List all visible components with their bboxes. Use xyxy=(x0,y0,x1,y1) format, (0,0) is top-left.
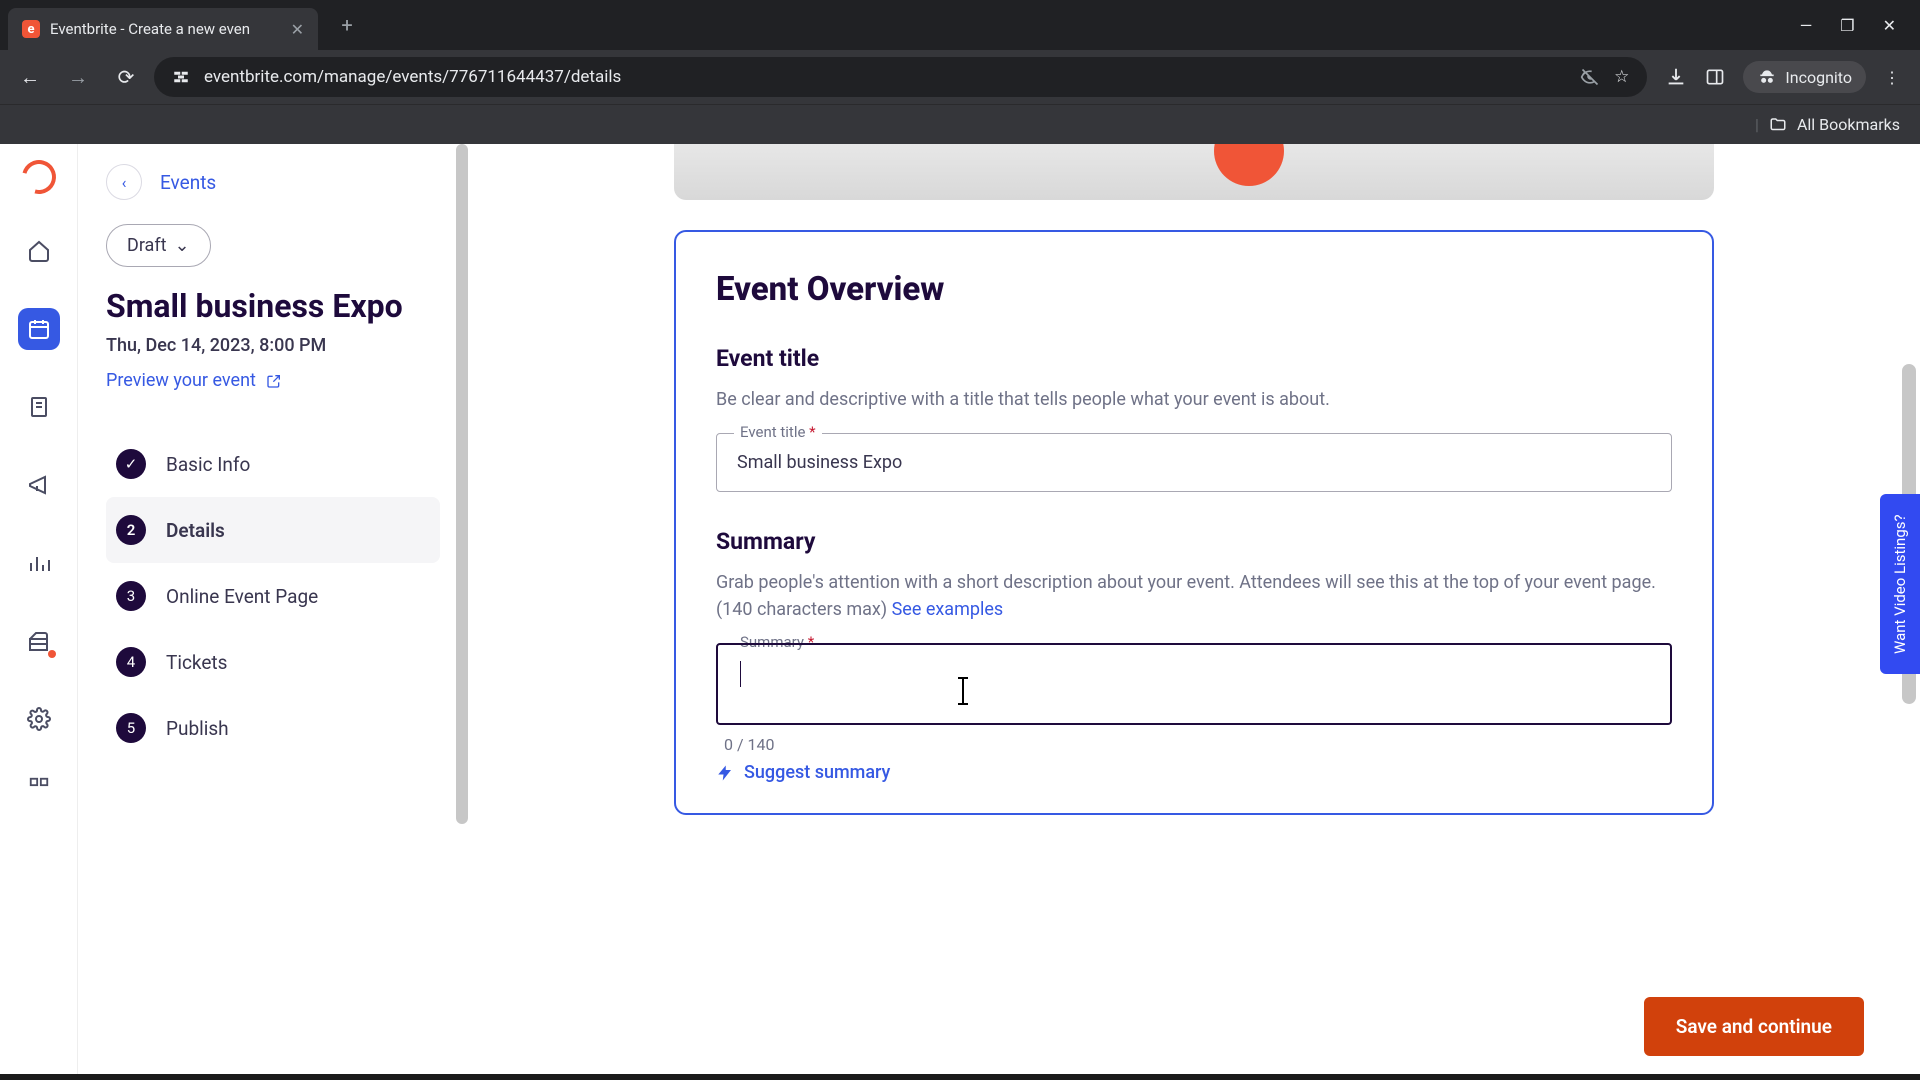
reload-button[interactable]: ⟳ xyxy=(106,57,146,97)
incognito-icon xyxy=(1757,67,1777,87)
step-details[interactable]: 2 Details xyxy=(106,497,440,563)
app-root: ‹ Events Draft ⌄ Small business Expo Thu… xyxy=(0,144,1920,1080)
preview-event-link[interactable]: Preview your event xyxy=(106,370,440,391)
address-bar: ← → ⟳ eventbrite.com/manage/events/77671… xyxy=(0,50,1920,104)
step-basic-info[interactable]: ✓ Basic Info xyxy=(106,431,440,497)
external-link-icon xyxy=(266,373,282,389)
eventbrite-favicon-icon: e xyxy=(22,20,40,38)
summary-char-count: 0 / 140 xyxy=(724,735,1672,754)
maximize-icon[interactable]: ❐ xyxy=(1840,16,1854,35)
notification-dot-icon xyxy=(48,650,56,658)
eye-off-icon[interactable] xyxy=(1580,67,1600,87)
kebab-menu-icon[interactable]: ⋮ xyxy=(1884,68,1900,87)
bookmark-star-icon[interactable]: ☆ xyxy=(1614,67,1629,87)
sidebar-scrollbar[interactable] xyxy=(456,144,468,824)
sidebar-event-date: Thu, Dec 14, 2023, 8:00 PM xyxy=(106,335,440,356)
reports-icon[interactable] xyxy=(18,542,60,584)
os-taskbar xyxy=(0,1074,1920,1080)
close-window-icon[interactable]: ✕ xyxy=(1883,16,1896,35)
card-heading: Event Overview xyxy=(716,270,1672,309)
window-controls: — ❐ ✕ xyxy=(1800,16,1912,35)
suggest-summary-button[interactable]: Suggest summary xyxy=(716,762,1672,783)
orders-icon[interactable] xyxy=(18,386,60,428)
marketing-icon[interactable] xyxy=(18,464,60,506)
steps-nav: ✓ Basic Info 2 Details 3 Online Event Pa… xyxy=(106,431,440,761)
bolt-icon xyxy=(716,764,734,782)
events-icon[interactable] xyxy=(18,308,60,350)
back-to-events-link[interactable]: Events xyxy=(160,171,216,194)
browser-tab[interactable]: e Eventbrite - Create a new even ✕ xyxy=(8,8,318,50)
minimize-icon[interactable]: — xyxy=(1800,16,1813,35)
new-tab-button[interactable]: + xyxy=(330,8,364,42)
mouse-text-cursor-icon xyxy=(962,677,964,705)
nav-rail xyxy=(0,144,78,1080)
site-settings-icon[interactable] xyxy=(172,68,190,86)
finance-icon[interactable] xyxy=(18,620,60,662)
hero-image-placeholder[interactable] xyxy=(674,144,1714,200)
main-content: Event Overview Event title Be clear and … xyxy=(468,144,1920,1080)
summary-field-wrap: Summary * xyxy=(716,643,1672,725)
close-tab-icon[interactable]: ✕ xyxy=(291,20,304,39)
summary-input[interactable] xyxy=(716,643,1672,725)
chevron-down-icon: ⌄ xyxy=(175,235,190,256)
event-sidebar: ‹ Events Draft ⌄ Small business Expo Thu… xyxy=(78,144,468,1080)
bookmarks-bar: | All Bookmarks xyxy=(0,104,1920,144)
step-check-icon: ✓ xyxy=(116,449,146,479)
back-button[interactable]: ← xyxy=(10,57,50,97)
step-tickets[interactable]: 4 Tickets xyxy=(106,629,440,695)
url-text: eventbrite.com/manage/events/77671164443… xyxy=(204,67,1566,87)
browser-chrome: e Eventbrite - Create a new even ✕ + — ❐… xyxy=(0,0,1920,144)
event-title-input[interactable] xyxy=(716,433,1672,492)
hero-circle-graphic xyxy=(1214,144,1284,186)
folder-icon xyxy=(1769,116,1787,134)
url-box[interactable]: eventbrite.com/manage/events/77671164443… xyxy=(154,57,1647,97)
status-dropdown[interactable]: Draft ⌄ xyxy=(106,224,211,267)
see-examples-link[interactable]: See examples xyxy=(892,599,1004,620)
text-caret-icon xyxy=(740,661,741,687)
save-and-continue-button[interactable]: Save and continue xyxy=(1644,997,1864,1056)
side-panel-icon[interactable] xyxy=(1705,67,1725,87)
tab-bar: e Eventbrite - Create a new even ✕ + — ❐… xyxy=(0,0,1920,50)
apps-icon[interactable] xyxy=(18,766,60,808)
step-online-event-page[interactable]: 3 Online Event Page xyxy=(106,563,440,629)
event-overview-card: Event Overview Event title Be clear and … xyxy=(674,230,1714,815)
download-icon[interactable] xyxy=(1665,66,1687,88)
summary-help: Grab people's attention with a short des… xyxy=(716,569,1672,623)
event-title-heading: Event title xyxy=(716,345,1672,372)
eventbrite-logo-icon[interactable] xyxy=(15,154,61,200)
event-title-help: Be clear and descriptive with a title th… xyxy=(716,386,1672,413)
home-icon[interactable] xyxy=(18,230,60,272)
event-title-field-wrap: Event title * xyxy=(716,433,1672,492)
settings-icon[interactable] xyxy=(18,698,60,740)
video-listings-tab[interactable]: Want Video Listings? xyxy=(1880,494,1920,674)
sidebar-event-title: Small business Expo xyxy=(106,287,440,325)
step-publish[interactable]: 5 Publish xyxy=(106,695,440,761)
incognito-badge[interactable]: Incognito xyxy=(1743,61,1866,93)
all-bookmarks-link[interactable]: All Bookmarks xyxy=(1797,115,1900,134)
summary-heading: Summary xyxy=(716,528,1672,555)
event-title-label: Event title * xyxy=(734,423,822,441)
forward-button[interactable]: → xyxy=(58,57,98,97)
tab-title: Eventbrite - Create a new even xyxy=(50,20,281,38)
back-chevron-icon[interactable]: ‹ xyxy=(106,164,142,200)
